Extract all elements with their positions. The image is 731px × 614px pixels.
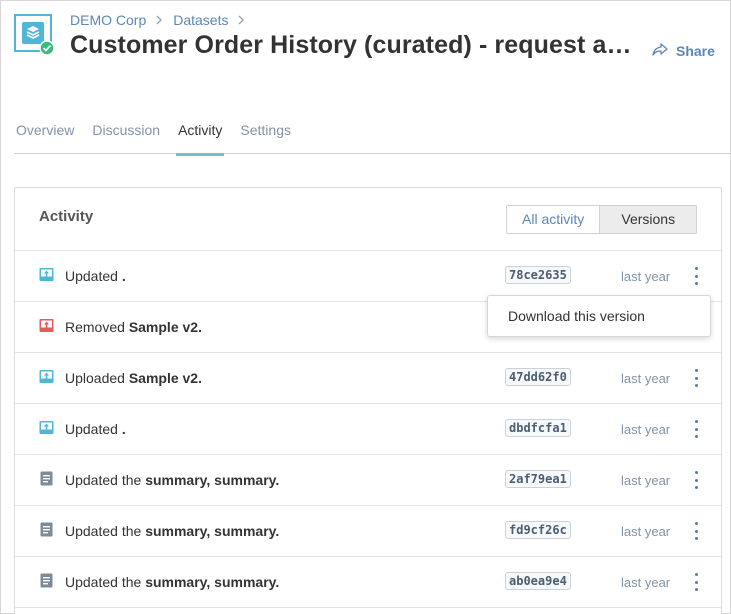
breadcrumb: DEMO Corp Datasets — [70, 11, 255, 29]
timestamp: last year — [621, 575, 671, 590]
activity-text: Updated the summary, summary. — [65, 472, 280, 488]
chevron-right-icon — [156, 13, 163, 28]
activity-card: Activity All activity Versions Updated .… — [14, 187, 722, 614]
tab-activity[interactable]: Activity — [176, 113, 225, 156]
share-icon — [652, 42, 668, 60]
document-icon — [39, 471, 54, 486]
activity-text: Updated the summary, summary. — [65, 523, 280, 539]
remove-icon — [39, 318, 54, 333]
timestamp: last year — [621, 524, 671, 539]
more-options-icon[interactable] — [692, 573, 700, 591]
version-hash[interactable]: ab0ea9e4 — [505, 572, 571, 590]
version-hash[interactable]: 78ce2635 — [505, 266, 571, 284]
activity-row: Updated . dbdfcfa1 last year — [15, 404, 721, 455]
version-hash[interactable]: fd9cf26c — [505, 521, 571, 539]
more-options-icon[interactable] — [692, 267, 700, 285]
timestamp: last year — [621, 422, 671, 437]
tab-discussion[interactable]: Discussion — [90, 113, 162, 154]
version-hash[interactable]: 47dd62f0 — [505, 368, 571, 386]
activity-filter-toggle: All activity Versions — [506, 205, 698, 234]
upload-icon — [39, 420, 54, 435]
activity-header: Activity All activity Versions — [15, 188, 721, 251]
activity-row: Updated the summary, summary. 2af79ea1 l… — [15, 455, 721, 506]
document-icon — [39, 522, 54, 537]
download-version-menu-item[interactable]: Download this version — [508, 308, 645, 324]
versions-button[interactable]: Versions — [600, 206, 697, 233]
activity-text: Removed Sample v2. — [65, 319, 202, 335]
share-label: Share — [676, 43, 715, 59]
more-options-icon[interactable] — [692, 369, 700, 387]
breadcrumb-org-link[interactable]: DEMO Corp — [70, 12, 146, 28]
timestamp: last year — [621, 473, 671, 488]
activity-row: Updated the summary, summary. ab0ea9e4 l… — [15, 557, 721, 608]
more-options-icon[interactable] — [692, 420, 700, 438]
activity-text: Updated . — [65, 268, 126, 284]
breadcrumb-datasets-link[interactable]: Datasets — [173, 12, 228, 28]
tab-overview[interactable]: Overview — [14, 113, 76, 154]
tab-bar: Overview Discussion Activity Settings — [14, 113, 731, 156]
upload-icon — [39, 267, 54, 282]
document-icon — [39, 573, 54, 588]
timestamp: last year — [621, 269, 671, 284]
version-hash[interactable]: 2af79ea1 — [505, 470, 571, 488]
share-button[interactable]: Share — [652, 41, 715, 61]
more-options-icon[interactable] — [692, 471, 700, 489]
page-title: Customer Order History (curated) - reque… — [70, 31, 645, 59]
activity-text: Uploaded Sample v2. — [65, 370, 202, 386]
activity-text: Updated . — [65, 421, 126, 437]
all-activity-button[interactable]: All activity — [507, 206, 601, 233]
version-options-menu: Download this version — [487, 295, 711, 337]
timestamp: last year — [621, 371, 671, 386]
activity-row: Uploaded Sample v2. 47dd62f0 last year — [15, 353, 721, 404]
dataset-icon — [14, 14, 55, 56]
version-hash[interactable]: dbdfcfa1 — [505, 419, 571, 437]
activity-title: Activity — [39, 208, 94, 225]
upload-icon — [39, 369, 54, 384]
tab-settings[interactable]: Settings — [238, 113, 293, 154]
activity-text: Updated the summary, summary. — [65, 574, 280, 590]
more-options-icon[interactable] — [692, 522, 700, 540]
activity-row: Updated the summary, summary. fd9cf26c l… — [15, 506, 721, 557]
chevron-right-icon — [238, 13, 245, 28]
